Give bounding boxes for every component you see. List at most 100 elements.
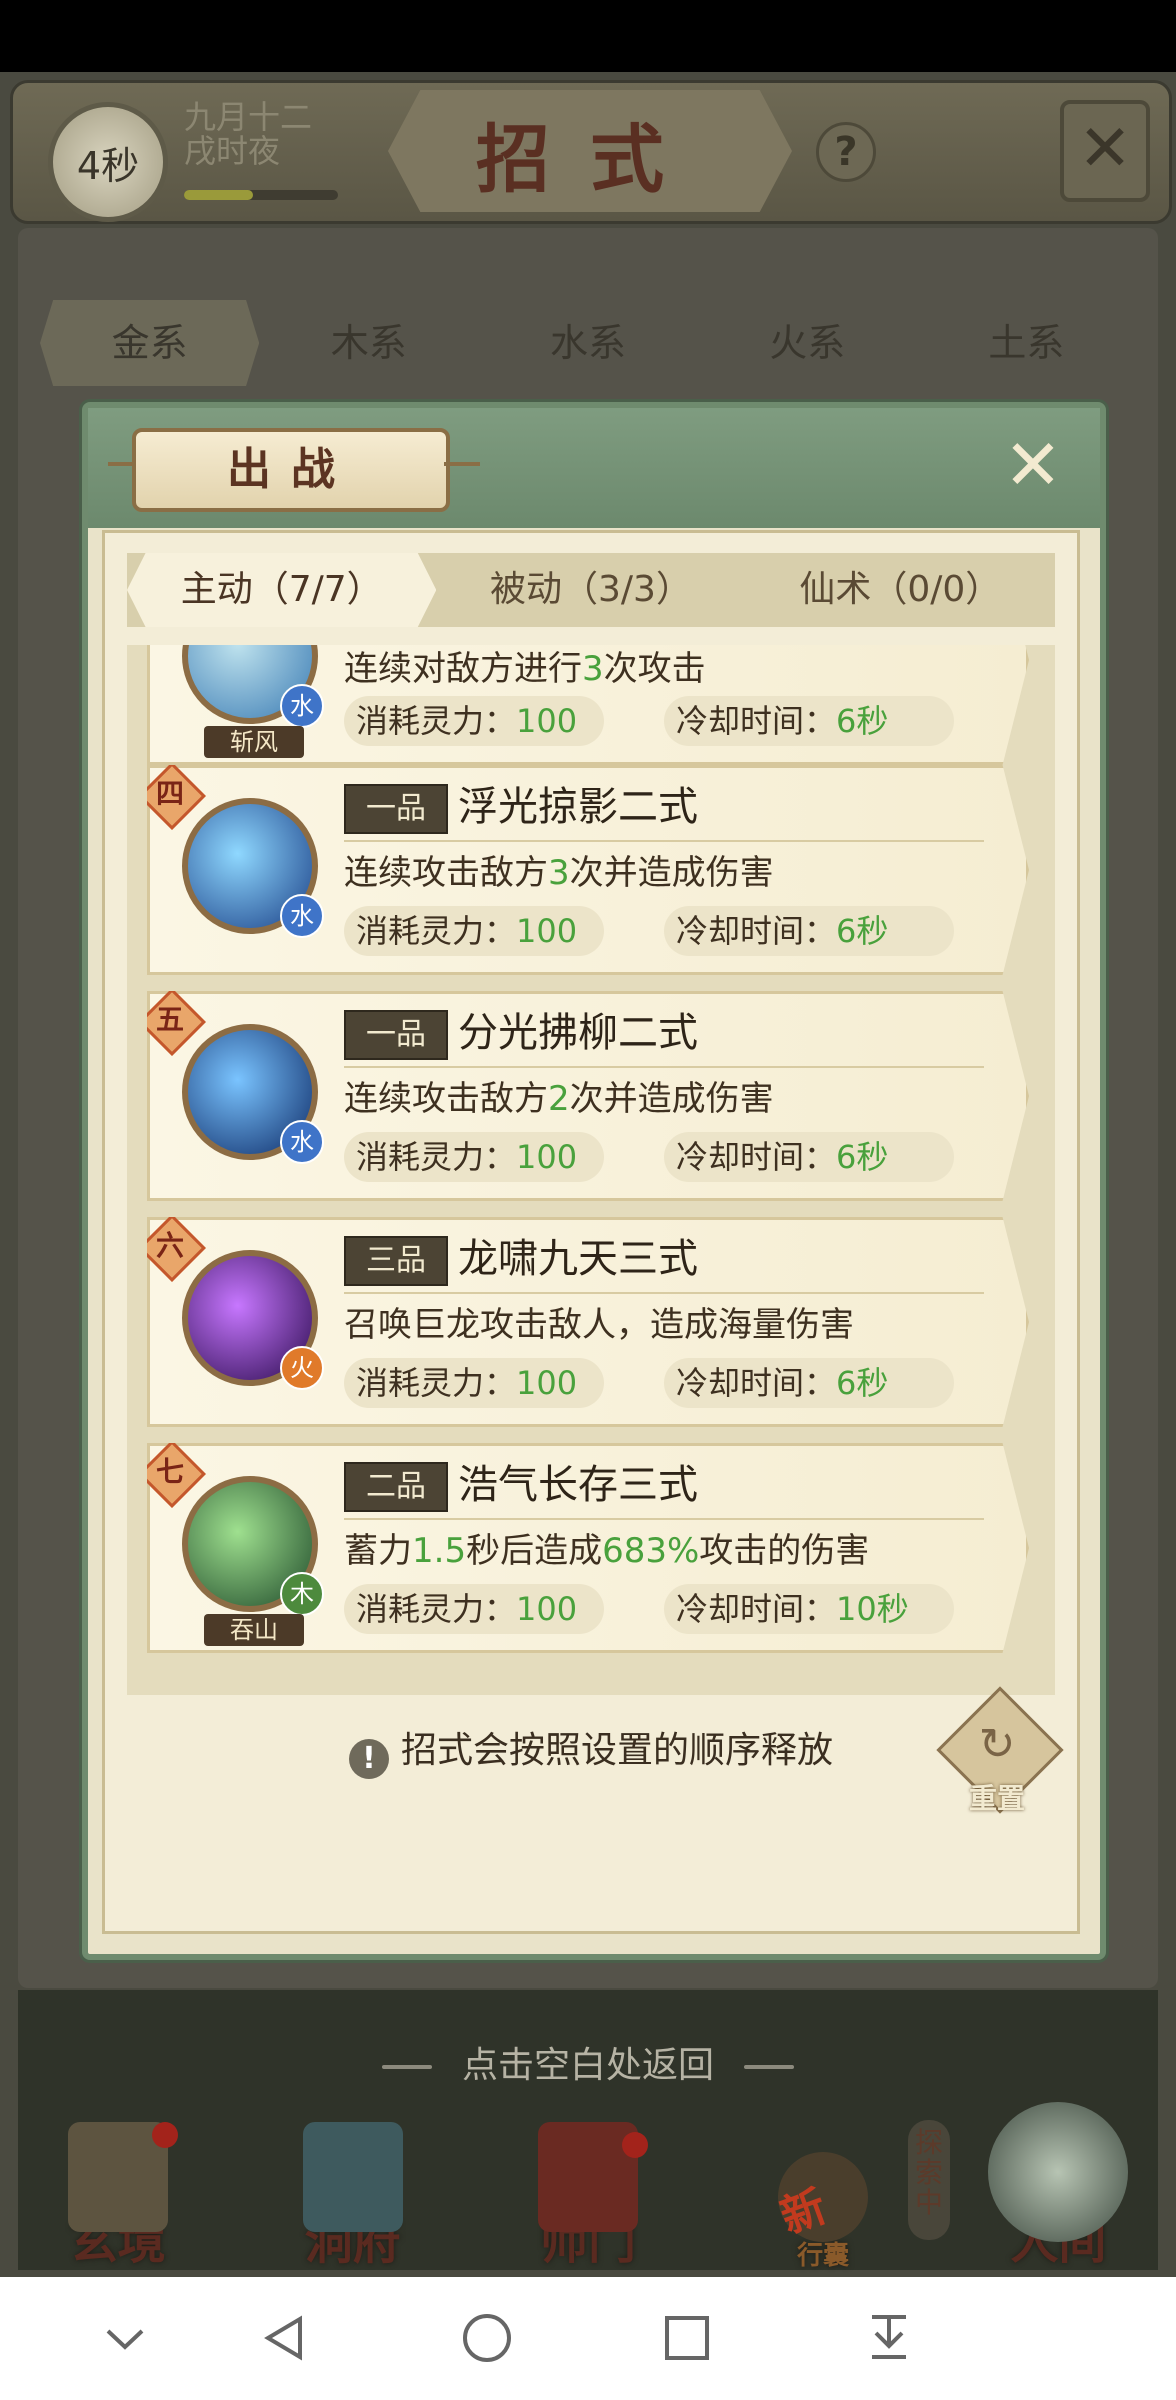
element-badge: 木	[280, 1572, 324, 1616]
tab-wood[interactable]: 木系	[259, 300, 478, 386]
description-part: 蓄力	[344, 1531, 412, 1571]
skill-name: 龙啸九天三式	[458, 1236, 698, 1282]
cost-value: 100	[516, 912, 578, 950]
nav-renjian[interactable]: 人间	[958, 2102, 1158, 2272]
nav-xuanjing[interactable]: 玄境	[18, 2122, 218, 2272]
grade-badge: 二品	[344, 1462, 448, 1512]
element-tabs: 金系 木系 水系 火系 土系	[40, 300, 1136, 386]
cost-value: 100	[516, 702, 578, 740]
divider	[344, 1292, 984, 1294]
cooldown-value: 6秒	[836, 1364, 889, 1402]
explore-status-badge: 探索中	[908, 2120, 950, 2240]
chevron-down-icon[interactable]	[90, 2303, 160, 2373]
rank-number: 六	[155, 1229, 184, 1262]
rank-number: 七	[155, 1455, 184, 1488]
dialog-body: 主动（7/7） 被动（3/3） 仙术（0/0） 水斩风 连续对敌方进行3次攻击 消耗…	[102, 530, 1080, 1934]
cooldown-stat: 冷却时间：10秒	[664, 1584, 954, 1634]
battle-skills-dialog: 出战 ✕ 主动（7/7） 被动（3/3） 仙术（0/0） 水斩风 连续对敌方进行3…	[82, 402, 1106, 1960]
cost-value: 100	[516, 1364, 578, 1402]
help-icon[interactable]: ?	[816, 122, 876, 182]
element-badge: 水	[280, 894, 324, 938]
date-line2: 戌时夜	[184, 132, 281, 170]
rank-badge: 四	[147, 765, 206, 830]
refresh-icon: ↻	[978, 1719, 1016, 1770]
home-icon[interactable]	[452, 2303, 522, 2373]
skill-card[interactable]: 水斩风 连续对敌方进行3次攻击 消耗灵力：100 冷却时间：6秒	[147, 645, 1029, 765]
description-part: 连续对敌方进行	[344, 649, 582, 689]
time-progress-bar	[184, 190, 338, 200]
skill-card[interactable]: 七木吞山 二品 浩气长存三式 蓄力1.5秒后造成683%攻击的伤害 消耗灵力：100 冷却…	[147, 1443, 1029, 1653]
cost-label: 消耗灵力：	[356, 1364, 517, 1402]
cooldown-label: 冷却时间：	[676, 1138, 837, 1176]
bottom-nav: 玄境 洞府 师门 行囊 人间	[0, 2080, 1176, 2280]
description-part: 攻击的伤害	[699, 1531, 870, 1571]
recents-icon[interactable]	[652, 2303, 722, 2373]
divider	[344, 1518, 984, 1520]
close-icon[interactable]: ✕	[1060, 100, 1150, 202]
download-icon[interactable]	[854, 2303, 924, 2373]
dialog-title-plate: 出战	[132, 428, 450, 512]
reset-label: 重置	[968, 1782, 1025, 1815]
dialog-header: 出战 ✕	[88, 408, 1100, 528]
cost-stat: 消耗灵力：100	[344, 1358, 604, 1408]
skill-type-tabs: 主动（7/7） 被动（3/3） 仙术（0/0）	[127, 553, 1055, 627]
cost-stat: 消耗灵力：100	[344, 1132, 604, 1182]
cooldown-label: 冷却时间：	[676, 1590, 837, 1628]
timer-text: 4秒	[76, 143, 140, 188]
order-hint: ! 招式会按照设置的顺序释放	[105, 1721, 1077, 1781]
description-part: 秒后造成	[466, 1531, 603, 1571]
tab-fire[interactable]: 火系	[698, 300, 917, 386]
tab-passive-skills[interactable]: 被动（3/3）	[436, 553, 745, 627]
notification-dot	[151, 2122, 178, 2148]
info-icon: !	[348, 1739, 389, 1779]
tab-water[interactable]: 水系	[478, 300, 697, 386]
timer-badge: 4秒	[48, 102, 168, 222]
skill-name: 浮光掠影二式	[458, 784, 698, 830]
skill-description: 连续攻击敌方2次并造成伤害	[344, 1076, 774, 1122]
rank-number: 四	[155, 777, 184, 810]
cooldown-label: 冷却时间：	[676, 912, 837, 950]
tab-active-skills[interactable]: 主动（7/7）	[127, 553, 437, 627]
icon-label: 吞山	[204, 1614, 304, 1646]
description-part: 1.5	[412, 1531, 467, 1571]
cost-stat: 消耗灵力：100	[344, 906, 604, 956]
description-part: 2	[548, 1079, 570, 1119]
divider	[344, 1066, 984, 1068]
cooldown-stat: 冷却时间：6秒	[664, 1132, 954, 1182]
tab-earth[interactable]: 土系	[917, 300, 1136, 386]
skill-list[interactable]: 水斩风 连续对敌方进行3次攻击 消耗灵力：100 冷却时间：6秒四水一品 浮光掠影二式连…	[127, 645, 1055, 1695]
hint-text: 招式会按照设置的顺序释放	[400, 1730, 833, 1771]
rank-badge: 七	[147, 1443, 206, 1508]
game-screen: 4秒 九月十二 戌时夜 招式 ? ✕ 金系 木系 水系 火系 土系 点击空白处返…	[0, 0, 1176, 2400]
cooldown-stat: 冷却时间：6秒	[664, 1358, 954, 1408]
skill-description: 蓄力1.5秒后造成683%攻击的伤害	[344, 1528, 869, 1574]
cost-value: 100	[516, 1138, 578, 1176]
dialog-close-icon[interactable]: ✕	[998, 430, 1068, 502]
description-part: 连续攻击敌方	[344, 853, 548, 893]
nav-dongfu[interactable]: 洞府	[253, 2122, 453, 2272]
grade-badge: 三品	[344, 1236, 448, 1286]
skill-card[interactable]: 六火 三品 龙啸九天三式 召唤巨龙攻击敌人，造成海量伤害 消耗灵力：100 冷却时间：6秒	[147, 1217, 1029, 1427]
tab-metal[interactable]: 金系	[40, 300, 260, 386]
game-date: 九月十二 戌时夜	[184, 100, 312, 168]
nav-shimen[interactable]: 师门	[488, 2122, 688, 2272]
element-badge: 水	[280, 1120, 324, 1164]
divider	[344, 840, 984, 842]
grade-badge: 一品	[344, 1010, 448, 1060]
skill-name: 分光拂柳二式	[458, 1010, 698, 1056]
ornament-left	[381, 2065, 432, 2069]
cooldown-label: 冷却时间：	[676, 702, 837, 740]
skill-card[interactable]: 五水 一品 分光拂柳二式 连续攻击敌方2次并造成伤害 消耗灵力：100 冷却时间：6秒	[147, 991, 1029, 1201]
tab-immortal-arts[interactable]: 仙术（0/0）	[746, 553, 1055, 627]
reset-button[interactable]: ↻ 重置	[936, 1686, 1064, 1815]
pavilion-icon	[302, 2122, 403, 2232]
nav-xingnang[interactable]: 行囊	[723, 2122, 923, 2272]
world-icon	[988, 2102, 1129, 2242]
rank-badge: 六	[147, 1217, 206, 1282]
skill-description: 连续对敌方进行3次攻击	[344, 646, 706, 692]
description-part: 次攻击	[603, 649, 706, 689]
skill-card[interactable]: 四水 一品 浮光掠影二式 连续攻击敌方3次并造成伤害 消耗灵力：100 冷却时间：6秒	[147, 765, 1029, 975]
notification-dot	[621, 2132, 648, 2158]
back-icon[interactable]	[250, 2303, 320, 2373]
cost-value: 100	[516, 1590, 578, 1628]
